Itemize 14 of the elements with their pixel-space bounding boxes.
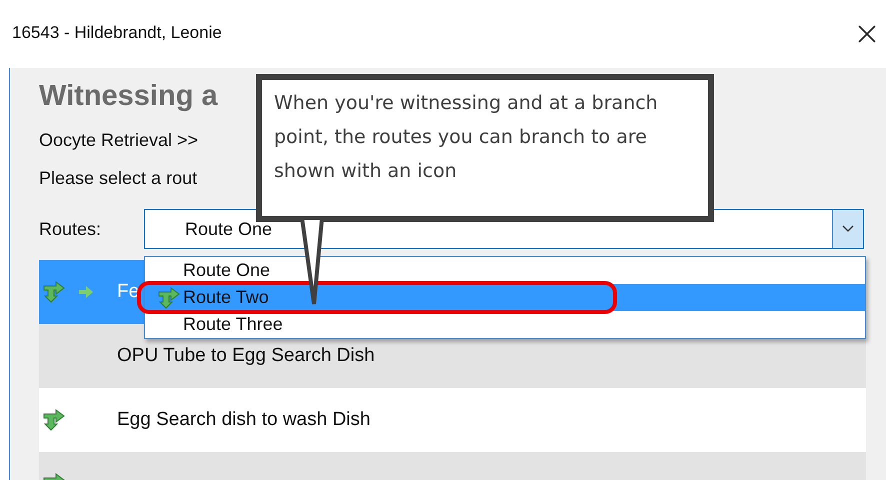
chevron-down-icon [842,225,854,233]
step-label: OPU Tube to Egg Search Dish [117,345,375,367]
step-label: Egg Search dish to wash Dish [117,409,370,431]
breadcrumb: Oocyte Retrieval >> [39,130,198,152]
dropdown-option[interactable]: Route One [145,257,865,284]
prompt-text: Please select a rout [39,168,198,190]
dropdown-button[interactable] [832,210,863,248]
step-label: Fe [117,281,140,303]
step-row[interactable]: Egg Search dish to wash Dish [39,388,866,452]
routes-label: Routes: [39,218,102,240]
heading: Witnessing a [39,80,218,114]
callout-box: When you're witnessing and at a branch point, the routes you can branch to are shown with an icon [256,74,714,222]
close-icon[interactable] [858,25,876,43]
window-title: 16543 - Hildebrandt, Leonie [12,23,222,43]
